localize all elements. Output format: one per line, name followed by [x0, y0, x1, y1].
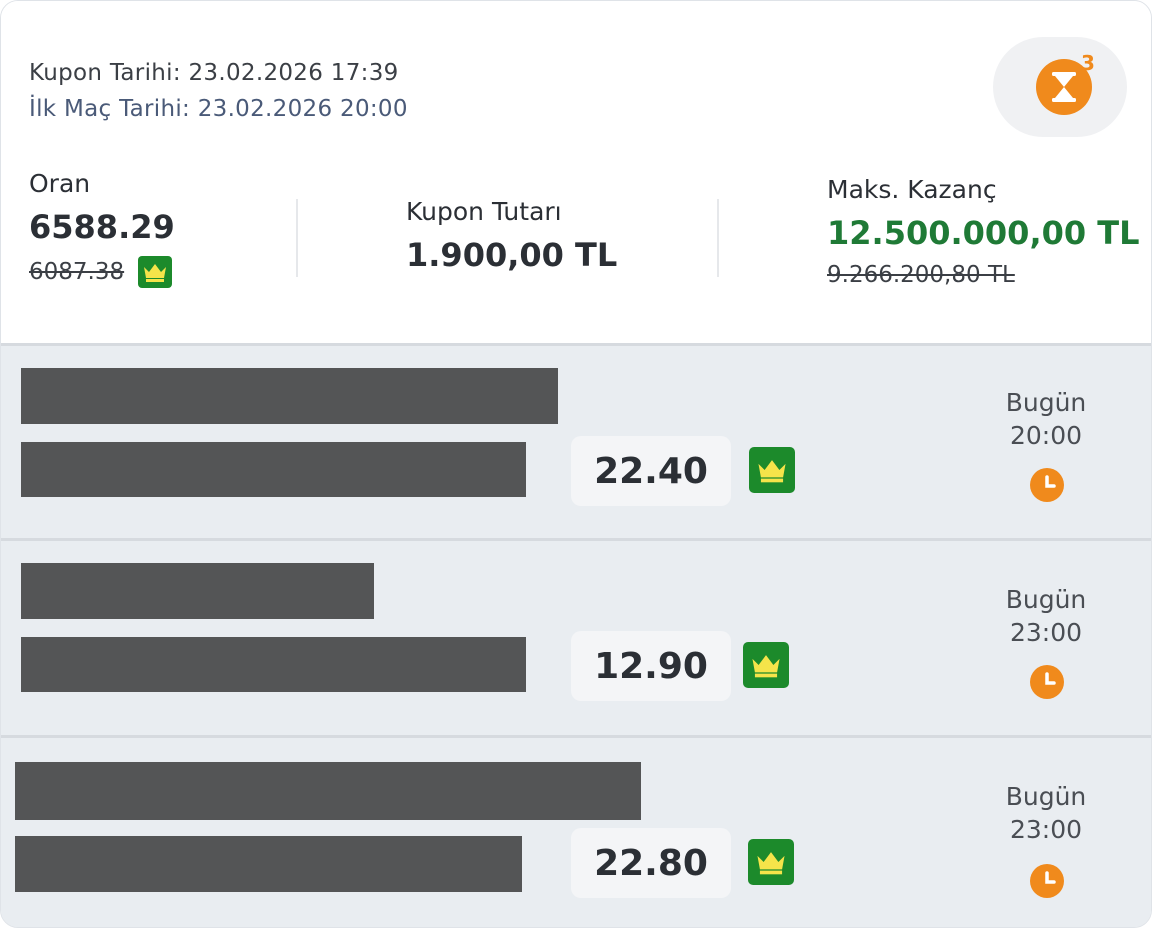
- first-match-date: İlk Maç Tarihi: 23.02.2026 20:00: [29, 96, 408, 122]
- coupon-dates: Kupon Tarihi: 23.02.2026 17:39 İlk Maç T…: [29, 55, 408, 127]
- odds-old-value: 6087.38: [29, 259, 125, 285]
- odds-old-row: 6087.38: [29, 246, 175, 288]
- odds-label: Oran: [29, 169, 91, 198]
- odds-stat: Oran 6588.29 6087.38: [29, 169, 175, 288]
- crown-icon: [749, 447, 795, 493]
- coupon-date: Kupon Tarihi: 23.02.2026 17:39: [29, 60, 399, 86]
- match-odds[interactable]: 12.90: [571, 631, 731, 701]
- match-row[interactable]: 22.40 Bugün 20:00: [1, 343, 1151, 540]
- max-win-stat: Maks. Kazanç 12.500.000,00 TL 9.266.200,…: [827, 175, 1139, 288]
- redacted-selection: [21, 637, 526, 692]
- match-hour: 23:00: [1009, 815, 1083, 844]
- clock-icon: [1030, 665, 1064, 699]
- match-hour: 23:00: [1009, 618, 1083, 647]
- match-odds[interactable]: 22.80: [571, 828, 731, 898]
- match-time: Bugün 23:00: [986, 583, 1106, 649]
- match-time: Bugün 23:00: [986, 780, 1106, 846]
- redacted-team-name: [21, 563, 374, 619]
- match-row[interactable]: 12.90 Bugün 23:00: [1, 538, 1151, 735]
- badge-count: 3: [1081, 51, 1095, 75]
- crown-icon: [748, 839, 794, 885]
- match-day: Bugün: [1005, 782, 1087, 811]
- max-win-value: 12.500.000,00 TL: [827, 214, 1140, 252]
- clock-icon: [1030, 864, 1064, 898]
- crown-icon: [138, 256, 173, 288]
- redacted-selection: [15, 836, 522, 892]
- match-hour: 20:00: [1009, 421, 1083, 450]
- coupon-timer-badge[interactable]: 3: [993, 37, 1127, 137]
- odds-value: 6588.29: [29, 208, 175, 246]
- crown-icon: [743, 642, 789, 688]
- amount-label: Kupon Tutarı: [406, 197, 562, 226]
- coupon-card: Kupon Tarihi: 23.02.2026 17:39 İlk Maç T…: [0, 0, 1152, 928]
- redacted-selection: [21, 442, 526, 497]
- match-list: 22.40 Bugün 20:00 12.90 Bugün 23:00 22.8…: [1, 343, 1151, 927]
- match-day: Bugün: [1005, 585, 1087, 614]
- max-win-old-value: 9.266.200,80 TL: [827, 262, 1015, 288]
- coupon-header: Kupon Tarihi: 23.02.2026 17:39 İlk Maç T…: [1, 1, 1151, 343]
- stat-divider: [296, 199, 298, 277]
- amount-value: 1.900,00 TL: [406, 236, 618, 274]
- clock-icon: [1030, 468, 1064, 502]
- redacted-team-name: [15, 762, 641, 820]
- amount-stat: Kupon Tutarı 1.900,00 TL: [406, 197, 617, 274]
- redacted-team-name: [21, 368, 558, 424]
- match-day: Bugün: [1005, 388, 1087, 417]
- match-row[interactable]: 22.80 Bugün 23:00: [1, 735, 1151, 927]
- max-win-label: Maks. Kazanç: [827, 175, 997, 204]
- stat-divider: [717, 199, 719, 277]
- match-time: Bugün 20:00: [986, 386, 1106, 452]
- match-odds[interactable]: 22.40: [571, 436, 731, 506]
